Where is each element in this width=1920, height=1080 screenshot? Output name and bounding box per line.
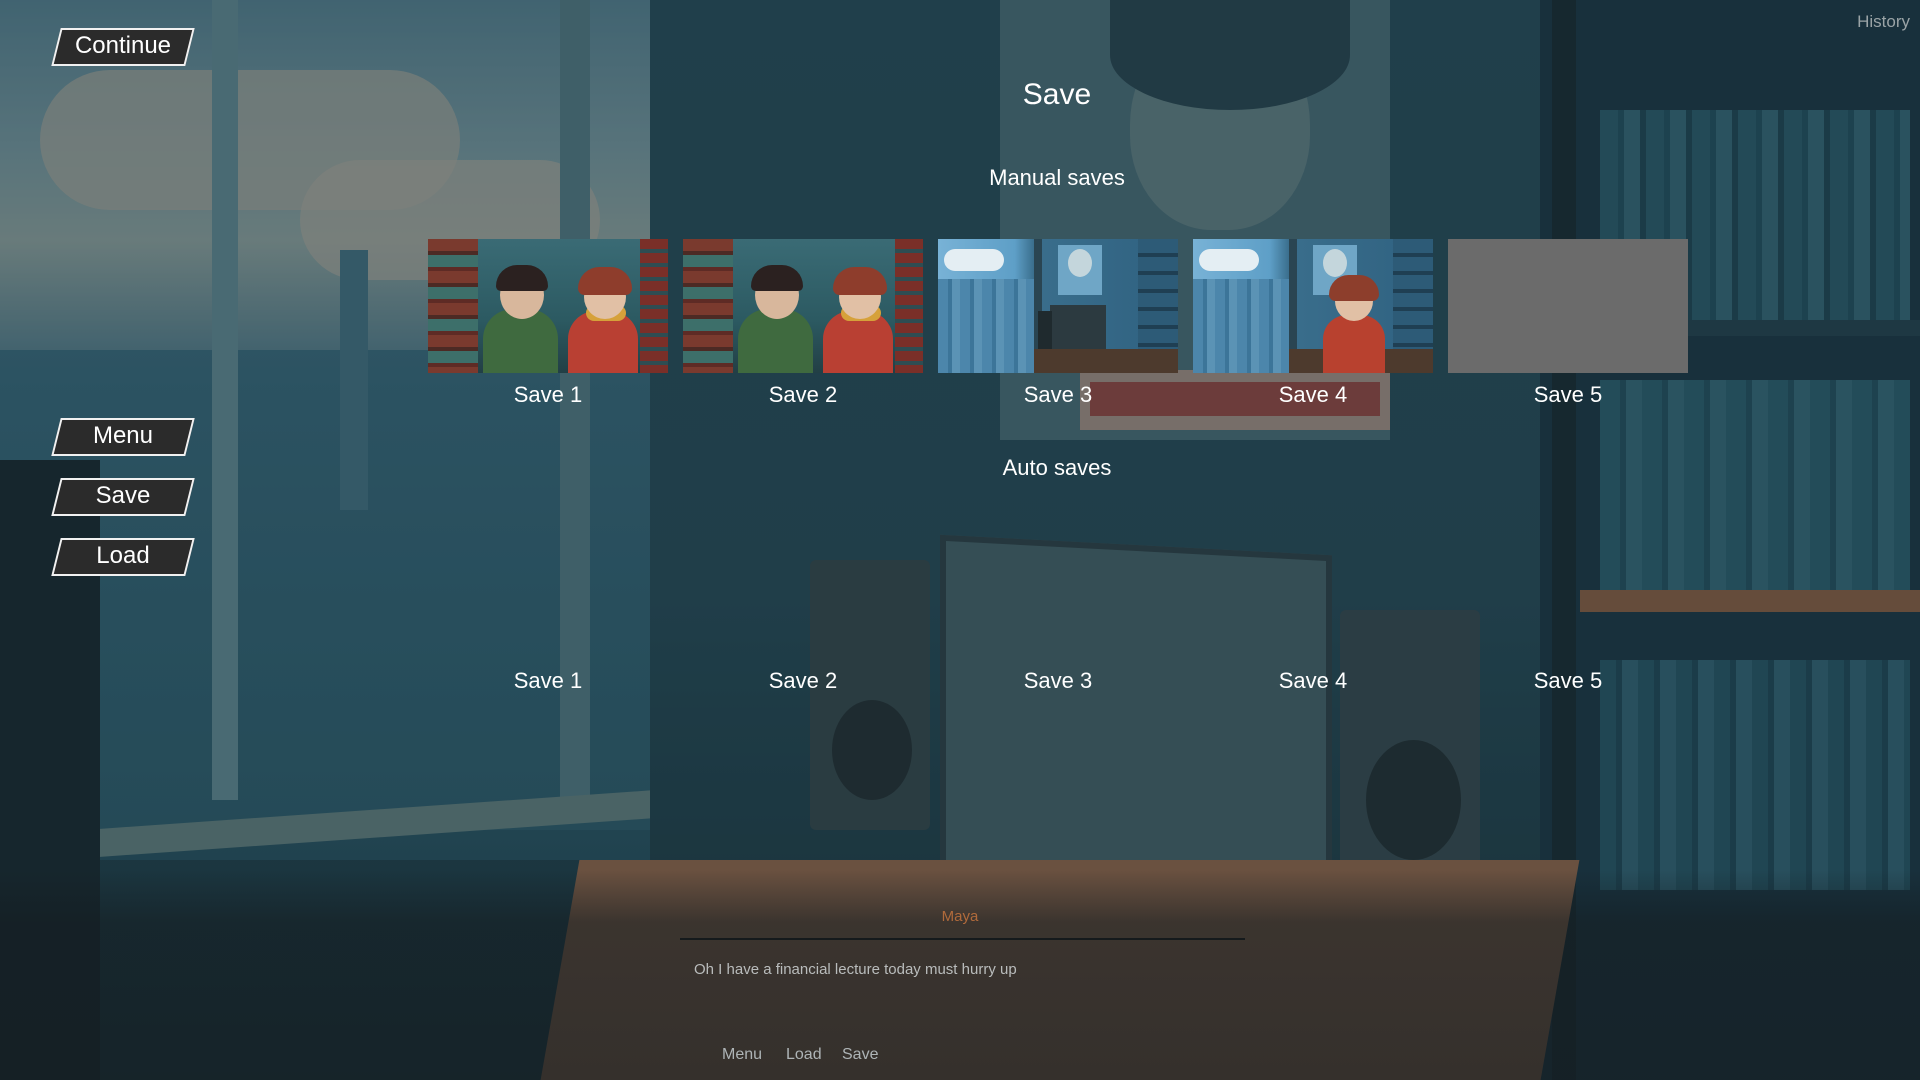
thumb-character-hair xyxy=(1329,275,1379,301)
continue-label: Continue xyxy=(74,32,172,59)
thumb-poster-face xyxy=(1068,249,1092,277)
thumb-desk xyxy=(1034,349,1178,373)
quick-load-button[interactable]: Load xyxy=(786,1046,822,1064)
thumb-cloud xyxy=(1199,249,1259,271)
thumb-bookshelf xyxy=(895,239,923,373)
thumb-city xyxy=(1193,279,1289,373)
menu-label: Menu xyxy=(92,422,154,449)
continue-button[interactable]: Continue xyxy=(51,28,195,66)
auto-saves-heading: Auto saves xyxy=(1002,455,1112,480)
dialogue-divider xyxy=(680,938,1245,940)
save-slot-label: Save 3 xyxy=(1023,668,1093,693)
quick-menu-button[interactable]: Menu xyxy=(722,1046,762,1064)
save-slot-label: Save 2 xyxy=(768,382,838,407)
menu-button[interactable]: Menu xyxy=(51,418,195,456)
save-thumbnail xyxy=(938,239,1178,373)
load-button[interactable]: Load xyxy=(51,538,195,576)
thumb-bookshelf xyxy=(640,239,668,373)
empty-save-thumbnail xyxy=(1448,239,1688,373)
page-title: Save xyxy=(1022,78,1092,111)
save-thumbnail xyxy=(1193,239,1433,373)
thumb-city xyxy=(938,279,1034,373)
thumb-poster-face xyxy=(1323,249,1347,277)
save-thumbnail xyxy=(428,239,668,373)
speaker-name: Maya xyxy=(941,908,979,925)
save-button[interactable]: Save xyxy=(51,478,195,516)
thumb-character-hair xyxy=(833,267,887,295)
thumb-character-hair xyxy=(496,265,548,291)
load-label: Load xyxy=(96,542,150,569)
save-slot-label: Save 5 xyxy=(1533,382,1603,407)
thumb-monitor xyxy=(1050,305,1106,349)
save-label: Save xyxy=(95,482,151,509)
auto-save-slot-1[interactable]: Save 1 xyxy=(428,668,668,698)
save-slot-label: Save 1 xyxy=(513,382,583,407)
thumb-speaker xyxy=(1038,311,1052,349)
thumb-cloud xyxy=(944,249,1004,271)
thumb-character xyxy=(1323,315,1385,373)
auto-save-slot-5[interactable]: Save 5 xyxy=(1448,668,1688,698)
thumb-character-hair xyxy=(751,265,803,291)
save-thumbnail xyxy=(683,239,923,373)
thumb-character-hair xyxy=(578,267,632,295)
save-slot-label: Save 4 xyxy=(1278,668,1348,693)
history-button[interactable]: History xyxy=(1840,12,1910,32)
thumb-bookshelf xyxy=(428,239,478,373)
auto-save-slot-2[interactable]: Save 2 xyxy=(683,668,923,698)
save-slot-label: Save 5 xyxy=(1533,668,1603,693)
thumb-bookshelf xyxy=(683,239,733,373)
save-slot-label: Save 1 xyxy=(513,668,583,693)
auto-save-slot-4[interactable]: Save 4 xyxy=(1193,668,1433,698)
auto-save-slot-3[interactable]: Save 3 xyxy=(938,668,1178,698)
save-slot-label: Save 4 xyxy=(1278,382,1348,407)
save-slot-label: Save 3 xyxy=(1023,382,1093,407)
manual-saves-heading: Manual saves xyxy=(989,165,1125,190)
save-slot-label: Save 2 xyxy=(768,668,838,693)
game-screen: Continue Menu Save Load History Save Man… xyxy=(0,0,1920,1080)
dialogue-text[interactable]: Oh I have a financial lecture today must… xyxy=(694,961,1394,978)
quick-save-button[interactable]: Save xyxy=(842,1046,878,1064)
